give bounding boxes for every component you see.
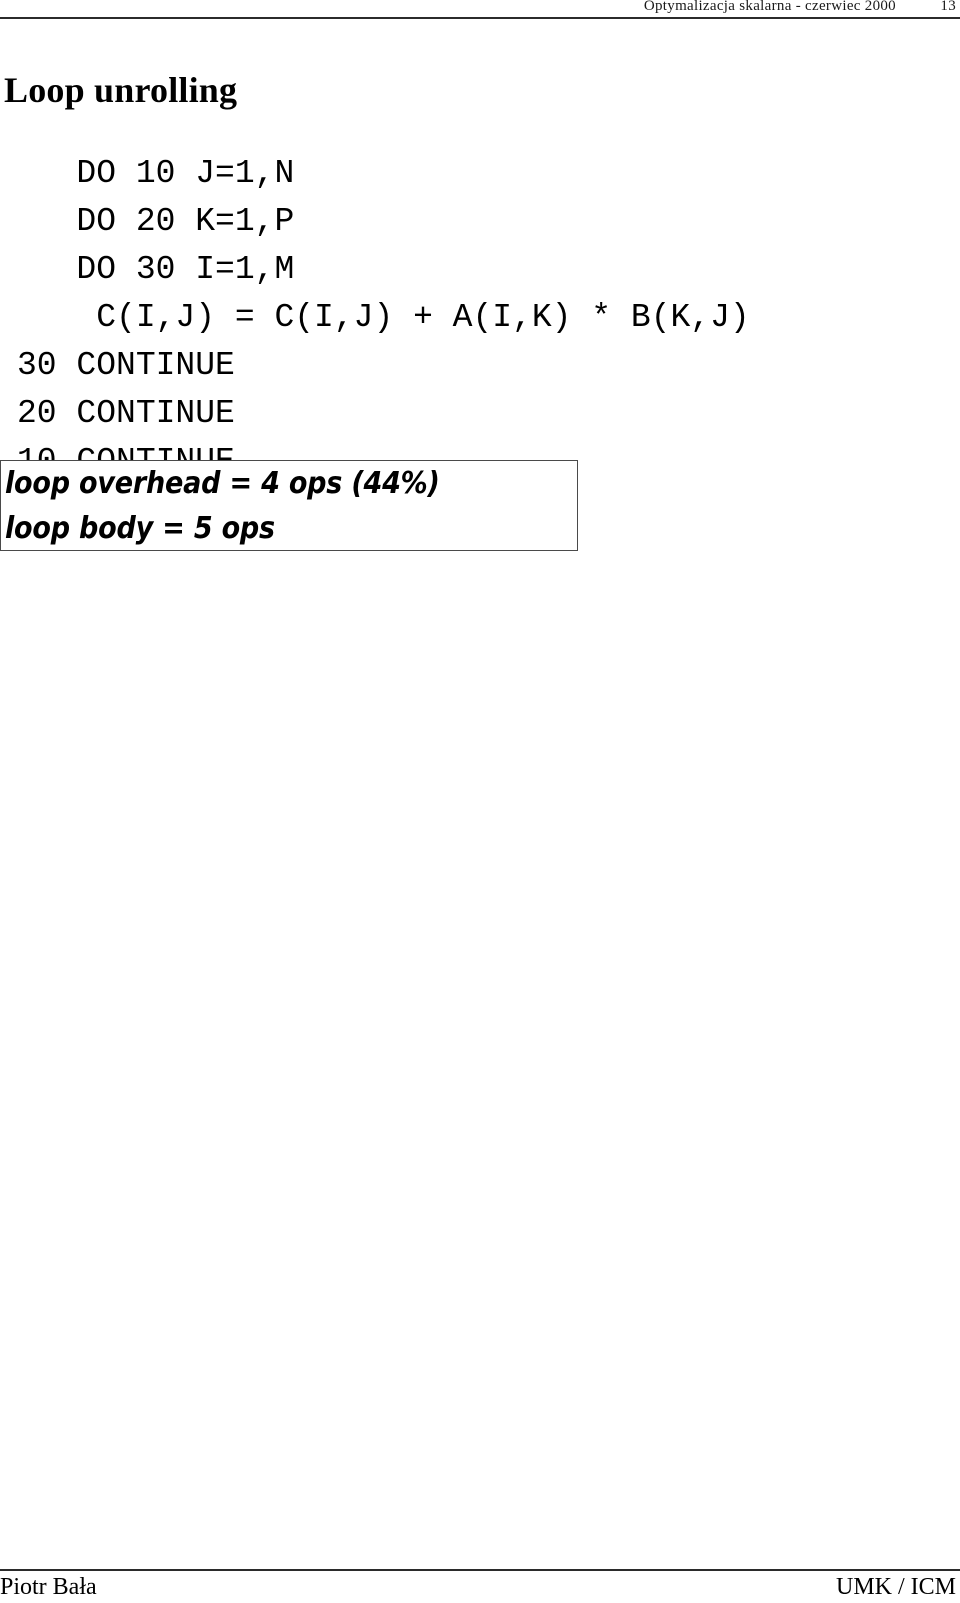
footer-affiliation: UMK / ICM <box>835 1574 956 1600</box>
code-line: DO 10 J=1,N <box>17 155 295 192</box>
code-line: 30 CONTINUE <box>17 347 235 384</box>
annotation-loop-overhead: loop overhead = 4 ops (44%) <box>5 466 440 501</box>
annotation-box: loop overhead = 4 ops (44%) loop body = … <box>0 460 578 551</box>
header-title: Optymalizacja skalarna - czerwiec 2000 <box>643 0 896 14</box>
code-block: DO 10 J=1,N DO 20 K=1,P DO 30 I=1,M C(I,… <box>17 150 750 486</box>
annotation-loop-body: loop body = 5 ops <box>5 511 275 546</box>
header-row: Optymalizacja skalarna - czerwiec 2000 1… <box>0 0 956 15</box>
code-line: 20 CONTINUE <box>17 395 235 432</box>
code-line: C(I,J) = C(I,J) + A(I,K) * B(K,J) <box>17 299 750 336</box>
page-title: Loop unrolling <box>4 70 238 111</box>
page-footer: Piotr Bała UMK / ICM <box>0 1574 956 1601</box>
footer-author: Piotr Bała <box>0 1574 97 1600</box>
code-line: DO 20 K=1,P <box>17 203 295 240</box>
code-line: DO 30 I=1,M <box>17 251 295 288</box>
page-number: 13 <box>940 0 956 14</box>
footer-divider <box>0 1569 960 1571</box>
header-divider <box>0 17 960 19</box>
